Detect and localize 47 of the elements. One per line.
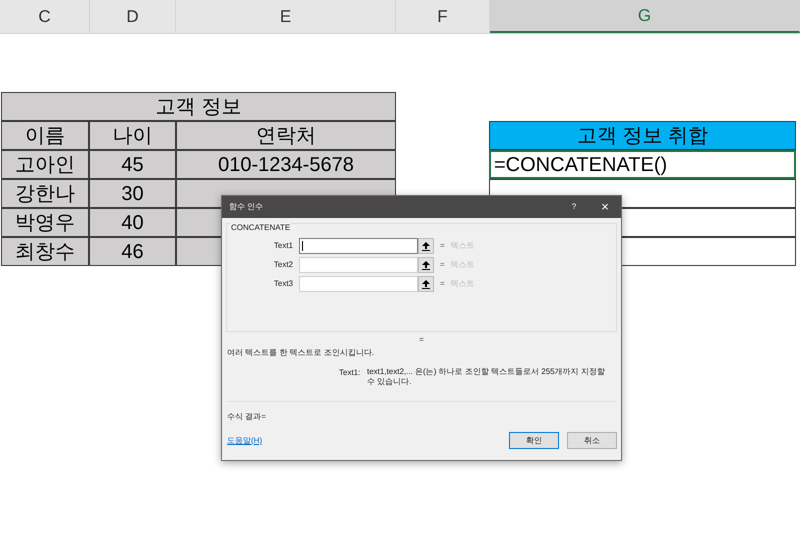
collapse-button[interactable] xyxy=(418,238,434,254)
column-header[interactable]: G xyxy=(490,0,800,33)
column-heading: 연락처 xyxy=(176,121,396,150)
equals-sign: = xyxy=(440,259,445,271)
formula-result: 수식 결과= xyxy=(227,411,267,423)
table-title: 고객 정보 xyxy=(1,92,396,121)
collapse-button[interactable] xyxy=(418,257,434,273)
argument-label: Text1 xyxy=(272,240,294,252)
table-cell: 010-1234-5678 xyxy=(176,150,396,179)
upload-arrow-icon xyxy=(422,260,430,270)
column-heading: 나이 xyxy=(89,121,176,150)
column-header[interactable]: E xyxy=(176,0,396,33)
table-cell: 45 xyxy=(89,150,176,179)
argument-name: Text1: xyxy=(339,367,362,379)
column-header[interactable]: D xyxy=(90,0,176,33)
equals-sign: = xyxy=(440,240,445,252)
argument-description: text1,text2,... 은(는) 하나로 조인할 텍스트들로서 255개까지 지정할 수 있습니다. xyxy=(367,367,606,387)
argument-result: 텍스트 xyxy=(450,259,475,271)
table-cell: 30 xyxy=(89,179,176,208)
column-header[interactable]: F xyxy=(396,0,490,33)
collapse-button[interactable] xyxy=(418,276,434,292)
table-cell: 46 xyxy=(89,237,176,266)
close-button[interactable]: × xyxy=(589,197,621,217)
function-description: 여러 텍스트를 한 텍스트로 조인시킵니다. xyxy=(227,347,376,359)
table-title: 고객 정보 취합 xyxy=(489,121,796,150)
result-sign: = xyxy=(419,335,424,345)
argument-result: 텍스트 xyxy=(450,278,475,290)
table-cell: 고아인 xyxy=(1,150,89,179)
help-link[interactable]: 도움말(H) xyxy=(227,434,509,446)
table-cell: 강한나 xyxy=(1,179,89,208)
table-cell: 40 xyxy=(89,208,176,237)
argument-result: 텍스트 xyxy=(450,240,475,252)
argument-label: Text3 xyxy=(272,278,294,290)
upload-arrow-icon xyxy=(422,242,430,250)
argument-label: Text2 xyxy=(272,259,294,271)
argument-field[interactable] xyxy=(299,238,418,254)
table-cell: 박영우 xyxy=(1,208,89,237)
equals-sign: = xyxy=(440,278,445,290)
column-header[interactable]: C xyxy=(0,0,90,33)
column-heading: 이름 xyxy=(1,121,89,150)
upload-arrow-icon xyxy=(422,280,430,288)
ok-button[interactable]: 확인 xyxy=(509,432,559,449)
table-cell[interactable]: =CONCATENATE() xyxy=(489,150,796,179)
help-button[interactable]: ? xyxy=(559,201,589,213)
cancel-button[interactable]: 취소 xyxy=(567,432,617,449)
table-cell: 최창수 xyxy=(1,237,89,266)
dialog-title: 함수 인수 xyxy=(229,201,264,213)
